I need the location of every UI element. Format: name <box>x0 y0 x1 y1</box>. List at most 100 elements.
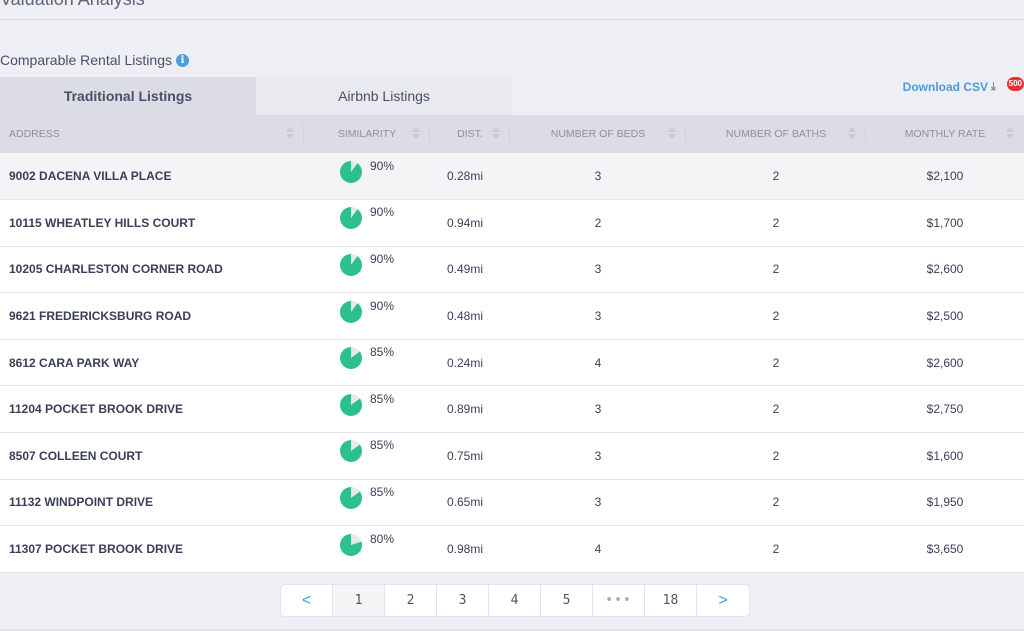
table-row[interactable]: 8507 COLLEEN COURT 85% 0.75mi 3 2 $1,600 <box>0 432 1024 480</box>
pagination-page-18[interactable]: 18 <box>645 585 697 616</box>
pagination-ellipsis[interactable]: ••• <box>593 585 645 616</box>
similarity-pie-icon <box>339 440 362 463</box>
download-count-badge: 500 <box>1006 77 1024 91</box>
distance-value: 0.49mi <box>446 262 484 277</box>
sort-icon[interactable] <box>668 127 676 139</box>
pagination-page-4[interactable]: 4 <box>489 585 541 616</box>
distance-value: 0.75mi <box>446 448 484 463</box>
cell-beds: 3 <box>594 402 602 417</box>
tab-traditional-listings[interactable]: Traditional Listings <box>0 77 256 115</box>
cell-baths: 2 <box>772 355 780 370</box>
table-row[interactable]: 10115 WHEATLEY HILLS COURT 90% 0.94mi 2 … <box>0 199 1024 247</box>
cell-similarity: 90% <box>304 293 430 340</box>
cell-similarity: 85% <box>304 386 430 433</box>
title-divider <box>0 19 1024 20</box>
cell-address[interactable]: 8612 CARA PARK WAY <box>0 339 304 386</box>
pagination-next-button[interactable]: > <box>697 585 749 616</box>
sort-icon[interactable] <box>848 127 856 139</box>
cell-address[interactable]: 10205 CHARLESTON CORNER ROAD <box>0 246 304 293</box>
pagination-page-1[interactable]: 1 <box>333 585 385 616</box>
table-header-row: Address Similarity Dist. Number of Beds … <box>0 115 1024 153</box>
table-row[interactable]: 8612 CARA PARK WAY 85% 0.24mi 4 2 $2,600 <box>0 339 1024 386</box>
tab-airbnb-listings[interactable]: Airbnb Listings <box>256 77 512 115</box>
cell-baths: 2 <box>772 262 780 277</box>
cell-beds: 4 <box>594 355 602 370</box>
similarity-pie-icon <box>339 486 362 509</box>
section-label-text: Comparable Rental Listings <box>0 52 172 68</box>
sort-icon[interactable] <box>1006 127 1014 139</box>
similarity-pie-icon <box>339 253 362 276</box>
similarity-value: 85% <box>369 438 395 453</box>
distance-value: 0.28mi <box>446 169 484 184</box>
cell-monthly-rate: $1,700 <box>926 215 964 230</box>
cell-beds: 3 <box>594 309 602 324</box>
cell-distance: 0.75mi <box>430 433 510 480</box>
cell-monthly-rate: $1,950 <box>926 495 964 510</box>
cell-address[interactable]: 9002 DACENA VILLA PLACE <box>0 153 304 200</box>
table-row[interactable]: 9621 FREDERICKSBURG ROAD 90% 0.48mi 3 2 … <box>0 292 1024 340</box>
page-title: Valuation Analysis <box>0 0 145 10</box>
cell-baths: 2 <box>772 542 780 557</box>
cell-monthly-rate: $2,600 <box>926 262 964 277</box>
similarity-pie-icon <box>339 533 362 556</box>
table-row[interactable]: 10205 CHARLESTON CORNER ROAD 90% 0.49mi … <box>0 246 1024 293</box>
table-row[interactable]: 11307 POCKET BROOK DRIVE 80% 0.98mi 4 2 … <box>0 525 1024 573</box>
cell-distance: 0.89mi <box>430 386 510 433</box>
cell-monthly-rate: $2,100 <box>926 169 964 184</box>
cell-monthly-rate: $2,600 <box>926 355 964 370</box>
cell-baths: 2 <box>772 402 780 417</box>
cell-address[interactable]: 11132 WINDPOINT DRIVE <box>0 479 304 526</box>
sort-icon[interactable] <box>492 127 500 139</box>
cell-baths: 2 <box>772 309 780 324</box>
pagination-page-3[interactable]: 3 <box>437 585 489 616</box>
cell-address[interactable]: 8507 COLLEEN COURT <box>0 433 304 480</box>
cell-address[interactable]: 11204 POCKET BROOK DRIVE <box>0 386 304 433</box>
table-row[interactable]: 11132 WINDPOINT DRIVE 85% 0.65mi 3 2 $1,… <box>0 479 1024 526</box>
cell-similarity: 80% <box>304 526 430 573</box>
distance-value: 0.89mi <box>446 402 484 417</box>
cell-distance: 0.48mi <box>430 293 510 340</box>
cell-distance: 0.94mi <box>430 200 510 247</box>
cell-baths: 2 <box>772 215 780 230</box>
cell-similarity: 90% <box>304 200 430 247</box>
cell-beds: 3 <box>594 169 602 184</box>
listing-tabs: Traditional Listings Airbnb Listings <box>0 77 512 115</box>
pagination-page-5[interactable]: 5 <box>541 585 593 616</box>
cell-similarity: 90% <box>304 153 430 200</box>
cell-address[interactable]: 9621 FREDERICKSBURG ROAD <box>0 293 304 340</box>
download-icon: ⤓ <box>991 81 996 93</box>
similarity-pie-icon <box>339 207 362 230</box>
pagination: < 1 2 3 4 5 ••• 18 > <box>280 584 750 617</box>
cell-baths: 2 <box>772 448 780 463</box>
cell-address[interactable]: 10115 WHEATLEY HILLS COURT <box>0 200 304 247</box>
cell-address[interactable]: 11307 POCKET BROOK DRIVE <box>0 526 304 573</box>
download-csv-button[interactable]: Download CSV ⤓ <box>903 80 1018 94</box>
column-header-beds[interactable]: Number of Beds <box>510 115 686 153</box>
similarity-value: 90% <box>369 298 395 313</box>
sort-icon[interactable] <box>286 127 294 139</box>
column-header-dist[interactable]: Dist. <box>430 115 510 153</box>
table-row[interactable]: 11204 POCKET BROOK DRIVE 85% 0.89mi 3 2 … <box>0 385 1024 433</box>
column-header-label: Dist. <box>457 128 483 140</box>
pagination-prev-button[interactable]: < <box>281 585 333 616</box>
column-header-label: Number of Beds <box>550 128 646 140</box>
cell-distance: 0.98mi <box>430 526 510 573</box>
sort-icon[interactable] <box>412 127 420 139</box>
column-header-baths[interactable]: Number of Baths <box>686 115 866 153</box>
similarity-value: 80% <box>369 531 395 546</box>
info-icon[interactable]: i <box>175 53 189 67</box>
similarity-value: 90% <box>369 251 395 266</box>
pagination-page-2[interactable]: 2 <box>385 585 437 616</box>
similarity-value: 85% <box>369 391 395 406</box>
column-header-address[interactable]: Address <box>0 115 304 153</box>
column-header-label: Similarity <box>337 128 397 140</box>
cell-distance: 0.65mi <box>430 479 510 526</box>
column-header-similarity[interactable]: Similarity <box>304 115 430 153</box>
table-row[interactable]: 9002 DACENA VILLA PLACE 90% 0.28mi 3 2 $… <box>0 153 1024 200</box>
distance-value: 0.65mi <box>446 495 484 510</box>
distance-value: 0.48mi <box>446 309 484 324</box>
similarity-value: 90% <box>369 205 395 220</box>
column-header-monthly-rate[interactable]: Monthly Rate <box>866 115 1024 153</box>
cell-beds: 3 <box>594 495 602 510</box>
cell-baths: 2 <box>772 495 780 510</box>
